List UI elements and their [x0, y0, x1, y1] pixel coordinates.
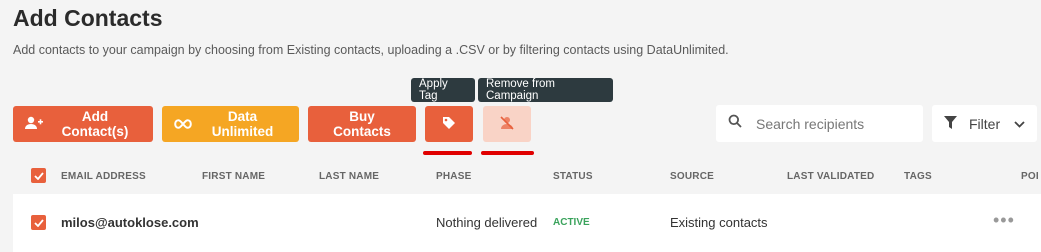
column-header-phase[interactable]: PHASE [436, 171, 471, 182]
row-actions-menu[interactable]: ••• [993, 210, 1015, 231]
buy-contacts-button[interactable]: Buy Contacts [308, 106, 416, 142]
filter-icon [944, 115, 957, 132]
column-header-source[interactable]: SOURCE [670, 171, 714, 182]
apply-tag-button[interactable] [425, 106, 473, 142]
add-contacts-label: Add Contact(s) [61, 109, 129, 139]
remove-from-campaign-button[interactable] [483, 106, 531, 142]
remove-user-icon [499, 115, 515, 133]
filter-dropdown[interactable]: Filter [932, 105, 1037, 142]
row-checkbox[interactable] [31, 215, 46, 230]
data-unlimited-label: Data Unlimited [211, 109, 274, 139]
table-header: EMAIL ADDRESS FIRST NAME LAST NAME PHASE… [0, 160, 1041, 192]
row-email: milos@autoklose.com [61, 215, 199, 230]
remove-from-campaign-tooltip: Remove from Campaign [478, 78, 613, 102]
page-description: Add contacts to your campaign by choosin… [13, 43, 729, 57]
data-unlimited-button[interactable]: Data Unlimited [162, 106, 299, 142]
column-header-first-name[interactable]: FIRST NAME [202, 171, 265, 182]
column-header-last-validated[interactable]: LAST VALIDATED [787, 171, 874, 182]
search-icon [728, 114, 742, 133]
row-phase: Nothing delivered [436, 215, 538, 230]
apply-tag-highlight [423, 151, 472, 155]
add-contacts-button[interactable]: Add Contact(s) [13, 106, 153, 142]
page-title: Add Contacts [13, 5, 163, 31]
table-row[interactable]: milos@autoklose.com Nothing delivered AC… [13, 194, 1041, 252]
remove-highlight [481, 151, 534, 155]
column-header-tags[interactable]: TAGS [904, 171, 932, 182]
search-box[interactable] [716, 105, 923, 142]
status-badge: ACTIVE [553, 217, 590, 228]
select-all-checkbox[interactable] [31, 168, 46, 183]
infinity-icon [174, 117, 192, 132]
column-header-last-name[interactable]: LAST NAME [319, 171, 379, 182]
column-header-status[interactable]: STATUS [553, 171, 593, 182]
tag-icon [442, 116, 456, 133]
buy-contacts-label: Buy Contacts [333, 109, 391, 139]
column-header-email[interactable]: EMAIL ADDRESS [61, 171, 146, 182]
column-header-poi[interactable]: POI [1021, 171, 1039, 182]
row-source: Existing contacts [670, 215, 768, 230]
add-user-icon [25, 116, 43, 133]
chevron-down-icon [1014, 116, 1025, 132]
apply-tag-tooltip: Apply Tag [411, 78, 475, 102]
filter-label: Filter [969, 115, 1001, 132]
search-input[interactable] [754, 114, 908, 133]
